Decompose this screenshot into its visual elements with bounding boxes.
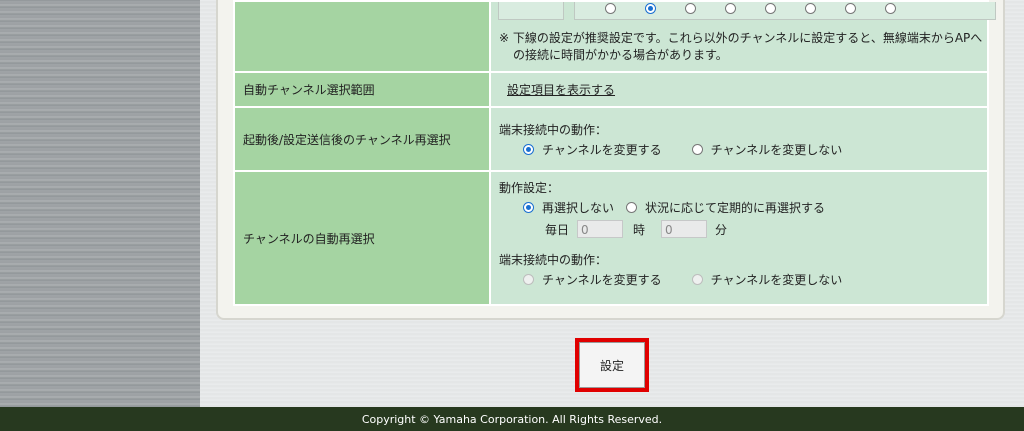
- auto-channel-range-row: 自動チャンネル選択範囲 設定項目を表示する: [233, 71, 989, 108]
- option-label: チャンネルを変更しない: [710, 142, 843, 157]
- radio-selected-icon[interactable]: [523, 143, 534, 155]
- option-label: チャンネルを変更しない: [710, 272, 843, 287]
- connected-option-nochange: チャンネルを変更しない: [691, 271, 843, 288]
- channel-radio[interactable]: [605, 3, 616, 14]
- reselect-options: チャンネルを変更する チャンネルを変更しない: [499, 139, 987, 159]
- submit-highlight-frame: 設定: [575, 338, 649, 392]
- channel-radio[interactable]: [765, 3, 776, 14]
- channel-radio[interactable]: [685, 3, 696, 14]
- action-heading: 動作設定：: [499, 180, 560, 195]
- channel-grid-left: [498, 2, 564, 20]
- radio-icon[interactable]: [626, 201, 638, 213]
- left-sidebar-background: [0, 0, 200, 407]
- reselect-after-start-label: 起動後/設定送信後のチャンネル再選択: [233, 106, 491, 172]
- connected-option-change: チャンネルを変更する: [523, 271, 662, 288]
- channel-value-cell: ※ 下線の設定が推奨設定です。これら以外のチャンネルに設定すると、無線端末からA…: [489, 0, 996, 73]
- option-label: 状況に応じて定期的に再選択する: [645, 200, 826, 215]
- channel-radio-selected[interactable]: [645, 3, 656, 14]
- channel-row: ※ 下線の設定が推奨設定です。これら以外のチャンネルに設定すると、無線端末からA…: [233, 0, 996, 73]
- connected-options: チャンネルを変更する チャンネルを変更しない: [499, 269, 987, 289]
- option-label: チャンネルを変更する: [542, 272, 662, 287]
- auto-reselect-value: 動作設定： 再選択しない 状況に応じて定期的に再選択する 毎日 0 時 0 分 …: [489, 170, 989, 306]
- radio-disabled-icon: [523, 273, 534, 285]
- reselect-option-nochange[interactable]: チャンネルを変更しない: [691, 141, 843, 158]
- action-option-no-reselect[interactable]: 再選択しない: [523, 199, 614, 216]
- hour-input[interactable]: 0: [577, 220, 624, 238]
- auto-channel-range-value: 設定項目を表示する: [489, 71, 989, 108]
- action-option-periodic[interactable]: 状況に応じて定期的に再選択する: [626, 199, 825, 216]
- footer: Copyright © Yamaha Corporation. All Righ…: [0, 407, 1024, 431]
- radio-selected-icon[interactable]: [523, 201, 534, 213]
- auto-channel-range-label: 自動チャンネル選択範囲: [233, 71, 491, 108]
- hour-label: 時: [633, 222, 646, 237]
- channel-notice: ※ 下線の設定が推奨設定です。これら以外のチャンネルに設定すると、無線端末からA…: [499, 30, 982, 64]
- channel-radio[interactable]: [845, 3, 856, 14]
- radio-disabled-icon: [691, 273, 703, 285]
- channel-notice-line1: ※ 下線の設定が推奨設定です。これら以外のチャンネルに設定すると、無線端末からA…: [499, 31, 983, 45]
- auto-reselect-label: チャンネルの自動再選択: [233, 170, 491, 306]
- channel-radio-row: [605, 3, 896, 14]
- copyright-text: Copyright © Yamaha Corporation. All Righ…: [361, 412, 663, 426]
- show-settings-link[interactable]: 設定項目を表示する: [507, 83, 615, 97]
- radio-icon[interactable]: [691, 143, 703, 155]
- channel-notice-line2: の接続に時間がかかる場合があります。: [513, 48, 728, 62]
- daily-label: 毎日: [545, 222, 570, 237]
- reselect-after-start-row: 起動後/設定送信後のチャンネル再選択 端末接続中の動作： チャンネルを変更する …: [233, 106, 989, 172]
- channel-radio[interactable]: [805, 3, 816, 14]
- channel-radio[interactable]: [725, 3, 736, 14]
- minute-input[interactable]: 0: [661, 220, 708, 238]
- connected-heading: 端末接続中の動作：: [499, 252, 608, 267]
- reselect-option-change[interactable]: チャンネルを変更する: [523, 141, 662, 158]
- reselect-after-start-value: 端末接続中の動作： チャンネルを変更する チャンネルを変更しない: [489, 106, 989, 172]
- channel-radio[interactable]: [885, 3, 896, 14]
- option-label: チャンネルを変更する: [542, 142, 662, 157]
- auto-reselect-row: チャンネルの自動再選択 動作設定： 再選択しない 状況に応じて定期的に再選択する…: [233, 170, 989, 306]
- submit-button[interactable]: 設定: [579, 342, 645, 388]
- option-label: 再選択しない: [542, 200, 615, 215]
- settings-table: ※ 下線の設定が推奨設定です。これら以外のチャンネルに設定すると、無線端末からA…: [233, 0, 996, 306]
- action-options: 再選択しない 状況に応じて定期的に再選択する: [499, 197, 987, 217]
- minute-label: 分: [715, 222, 728, 237]
- schedule-row: 毎日 0 時 0 分: [499, 217, 987, 241]
- channel-label-cell: [233, 0, 491, 73]
- reselect-heading: 端末接続中の動作：: [499, 122, 608, 137]
